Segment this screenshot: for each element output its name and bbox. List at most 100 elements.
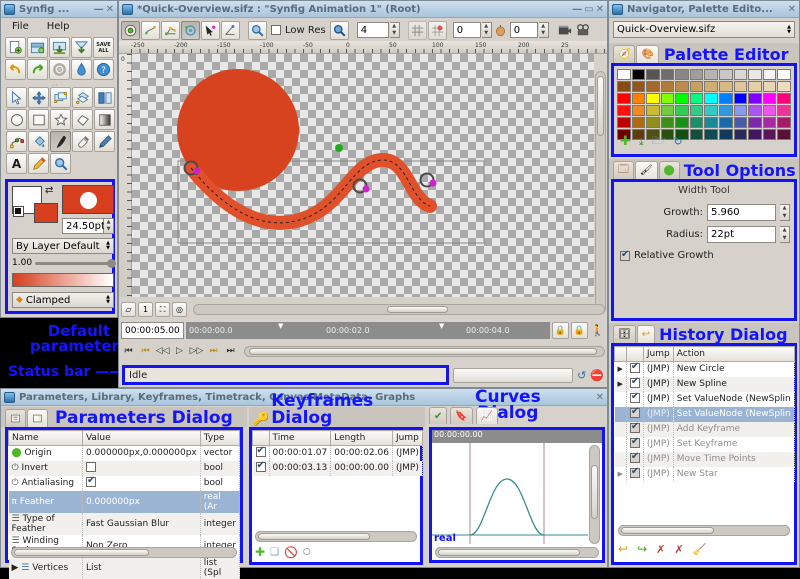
- keyframe-marker[interactable]: ▼: [439, 322, 444, 330]
- preview-icon[interactable]: [575, 20, 592, 41]
- info-tab-icon[interactable]: ⬤: [658, 161, 680, 179]
- lock-past-keyframe-button[interactable]: 🔒: [552, 322, 569, 339]
- canvas-viewport[interactable]: [132, 54, 594, 297]
- future-keyframes-field[interactable]: 0: [509, 22, 538, 38]
- redo-button[interactable]: ↪: [637, 542, 647, 556]
- invert-checkbox[interactable]: [85, 462, 96, 472]
- spline-tool[interactable]: [6, 131, 27, 152]
- zoom-tool[interactable]: [50, 153, 71, 174]
- history-jump-link[interactable]: (JMP): [643, 436, 674, 452]
- current-time-field[interactable]: 00:00:05.00: [121, 322, 184, 339]
- timetrack-scrollbar[interactable]: [244, 345, 605, 357]
- time-track-ruler[interactable]: 00:00:00.0 00:00:02.0 00:00:04.0 ▼ ▼: [186, 322, 550, 339]
- palette-swatch[interactable]: [617, 81, 631, 92]
- table-row[interactable]: ▶ (JMP) New Star: [614, 466, 795, 482]
- star-tool[interactable]: [50, 109, 71, 130]
- table-row[interactable]: (JMP) Add Keyframe: [614, 421, 795, 437]
- history-jump-link[interactable]: (JMP): [643, 361, 674, 377]
- keyframe-length[interactable]: 00:00:00.00: [330, 460, 393, 476]
- vertical-ruler[interactable]: 0: [119, 54, 132, 297]
- lock-future-keyframe-button[interactable]: 🔒: [571, 322, 588, 339]
- palette-swatch[interactable]: [733, 81, 748, 92]
- palette-swatch[interactable]: [675, 117, 689, 128]
- close-icon[interactable]: ✕: [596, 4, 604, 15]
- fill-color-swatch[interactable]: [34, 203, 58, 223]
- palette-swatch[interactable]: [646, 81, 660, 92]
- antialias-checkbox[interactable]: [85, 475, 96, 487]
- palette-swatch[interactable]: [675, 69, 689, 80]
- table-row[interactable]: (JMP) Move Time Points: [614, 451, 795, 467]
- palette-swatch[interactable]: [762, 129, 777, 140]
- open-document-icon[interactable]: [27, 37, 48, 58]
- palette-swatch[interactable]: [748, 81, 762, 92]
- transform-tool[interactable]: [6, 87, 27, 108]
- palette-swatch[interactable]: [646, 93, 660, 104]
- keyframes-horizontal-scrollbar[interactable]: [255, 531, 417, 542]
- palette-swatch[interactable]: [689, 129, 704, 140]
- table-row[interactable]: ▶ (JMP) New Circle: [614, 361, 795, 377]
- keyframe-jump-link[interactable]: (JMP): [392, 460, 423, 476]
- palette-swatch[interactable]: [617, 105, 631, 116]
- history-enabled-checkbox[interactable]: [629, 376, 640, 388]
- palette-swatch[interactable]: [733, 105, 748, 116]
- palette-swatch[interactable]: [719, 69, 733, 80]
- palette-swatch[interactable]: [631, 69, 646, 80]
- minimize-icon[interactable]: —: [94, 4, 104, 15]
- history-panel-tab-icon[interactable]: ↩: [636, 325, 656, 343]
- past-keyframes-spinner[interactable]: ▲ ▼: [481, 22, 492, 38]
- menu-help[interactable]: Help: [44, 21, 73, 32]
- palette-swatch[interactable]: [777, 69, 791, 80]
- close-icon[interactable]: ✕: [106, 4, 114, 15]
- history-jump-link[interactable]: (JMP): [643, 466, 674, 482]
- palette-swatch[interactable]: [762, 69, 777, 80]
- history-jump-link[interactable]: (JMP): [643, 451, 674, 467]
- keyframe-time[interactable]: 00:00:03.13: [269, 460, 332, 476]
- param-value[interactable]: Fast Gaussian Blur: [82, 512, 201, 535]
- table-row[interactable]: π Feather 0.000000px real (Ar: [8, 490, 241, 513]
- opacity-slider-row[interactable]: 1.00: [12, 258, 116, 268]
- eyedrop-tool[interactable]: [72, 131, 93, 152]
- fit-canvas-button[interactable]: ▱: [121, 302, 136, 317]
- palette-swatch[interactable]: [631, 117, 646, 128]
- keyframe-enabled-checkbox[interactable]: [255, 445, 266, 458]
- brush-size-field[interactable]: 24.50pt: [62, 218, 105, 234]
- palette-swatch[interactable]: [704, 69, 719, 80]
- future-keyframes-spinner[interactable]: ▲ ▼: [538, 22, 549, 38]
- expander-icon[interactable]: ▶: [614, 466, 627, 482]
- new-document-icon[interactable]: [5, 37, 26, 58]
- width-tool-tab-icon[interactable]: 🖌: [634, 161, 658, 179]
- set-default-palette-button[interactable]: ↻: [673, 135, 682, 148]
- save-document-icon[interactable]: [49, 37, 70, 58]
- growth-spinner[interactable]: ▲ ▼: [780, 204, 790, 221]
- palette-swatch[interactable]: [762, 117, 777, 128]
- palette-swatch[interactable]: [719, 129, 733, 140]
- palette-swatch[interactable]: [777, 105, 791, 116]
- add-color-button[interactable]: ✚: [620, 134, 631, 149]
- palette-swatch[interactable]: [617, 93, 631, 104]
- remove-keyframe-button[interactable]: 🚫: [284, 546, 298, 559]
- palette-swatch[interactable]: [704, 129, 719, 140]
- palette-swatch[interactable]: [733, 117, 748, 128]
- curves-vertical-scrollbar[interactable]: [589, 445, 600, 544]
- history-enabled-checkbox[interactable]: [629, 391, 640, 403]
- palette-swatch[interactable]: [646, 117, 660, 128]
- palette-swatch[interactable]: [748, 117, 762, 128]
- duplicate-keyframe-button[interactable]: ❏: [270, 547, 279, 558]
- relative-growth-checkbox[interactable]: [620, 249, 630, 261]
- growth-field[interactable]: 5.960: [707, 204, 776, 221]
- curves-tab-icon[interactable]: 📈: [475, 407, 499, 424]
- palette-swatch[interactable]: [733, 69, 748, 80]
- palette-swatch[interactable]: [719, 81, 733, 92]
- palette-swatch[interactable]: [748, 129, 762, 140]
- toggle-keyframe-button[interactable]: ⭘: [303, 547, 311, 558]
- palette-swatch[interactable]: [777, 93, 791, 104]
- clear-redo-button[interactable]: ✗: [674, 543, 683, 556]
- table-row[interactable]: (JMP) Set ValueNode (NewSplin: [614, 406, 795, 422]
- canvas-browser-tab-icon[interactable]: ✔: [429, 407, 448, 424]
- param-value[interactable]: 0.000000px: [82, 490, 201, 513]
- palette-swatch[interactable]: [719, 105, 733, 116]
- table-row[interactable]: (JMP) Set ValueNode (NewSplin: [614, 391, 795, 407]
- palette-swatch[interactable]: [675, 81, 689, 92]
- history-jump-link[interactable]: (JMP): [643, 391, 674, 407]
- palette-swatch[interactable]: [704, 105, 719, 116]
